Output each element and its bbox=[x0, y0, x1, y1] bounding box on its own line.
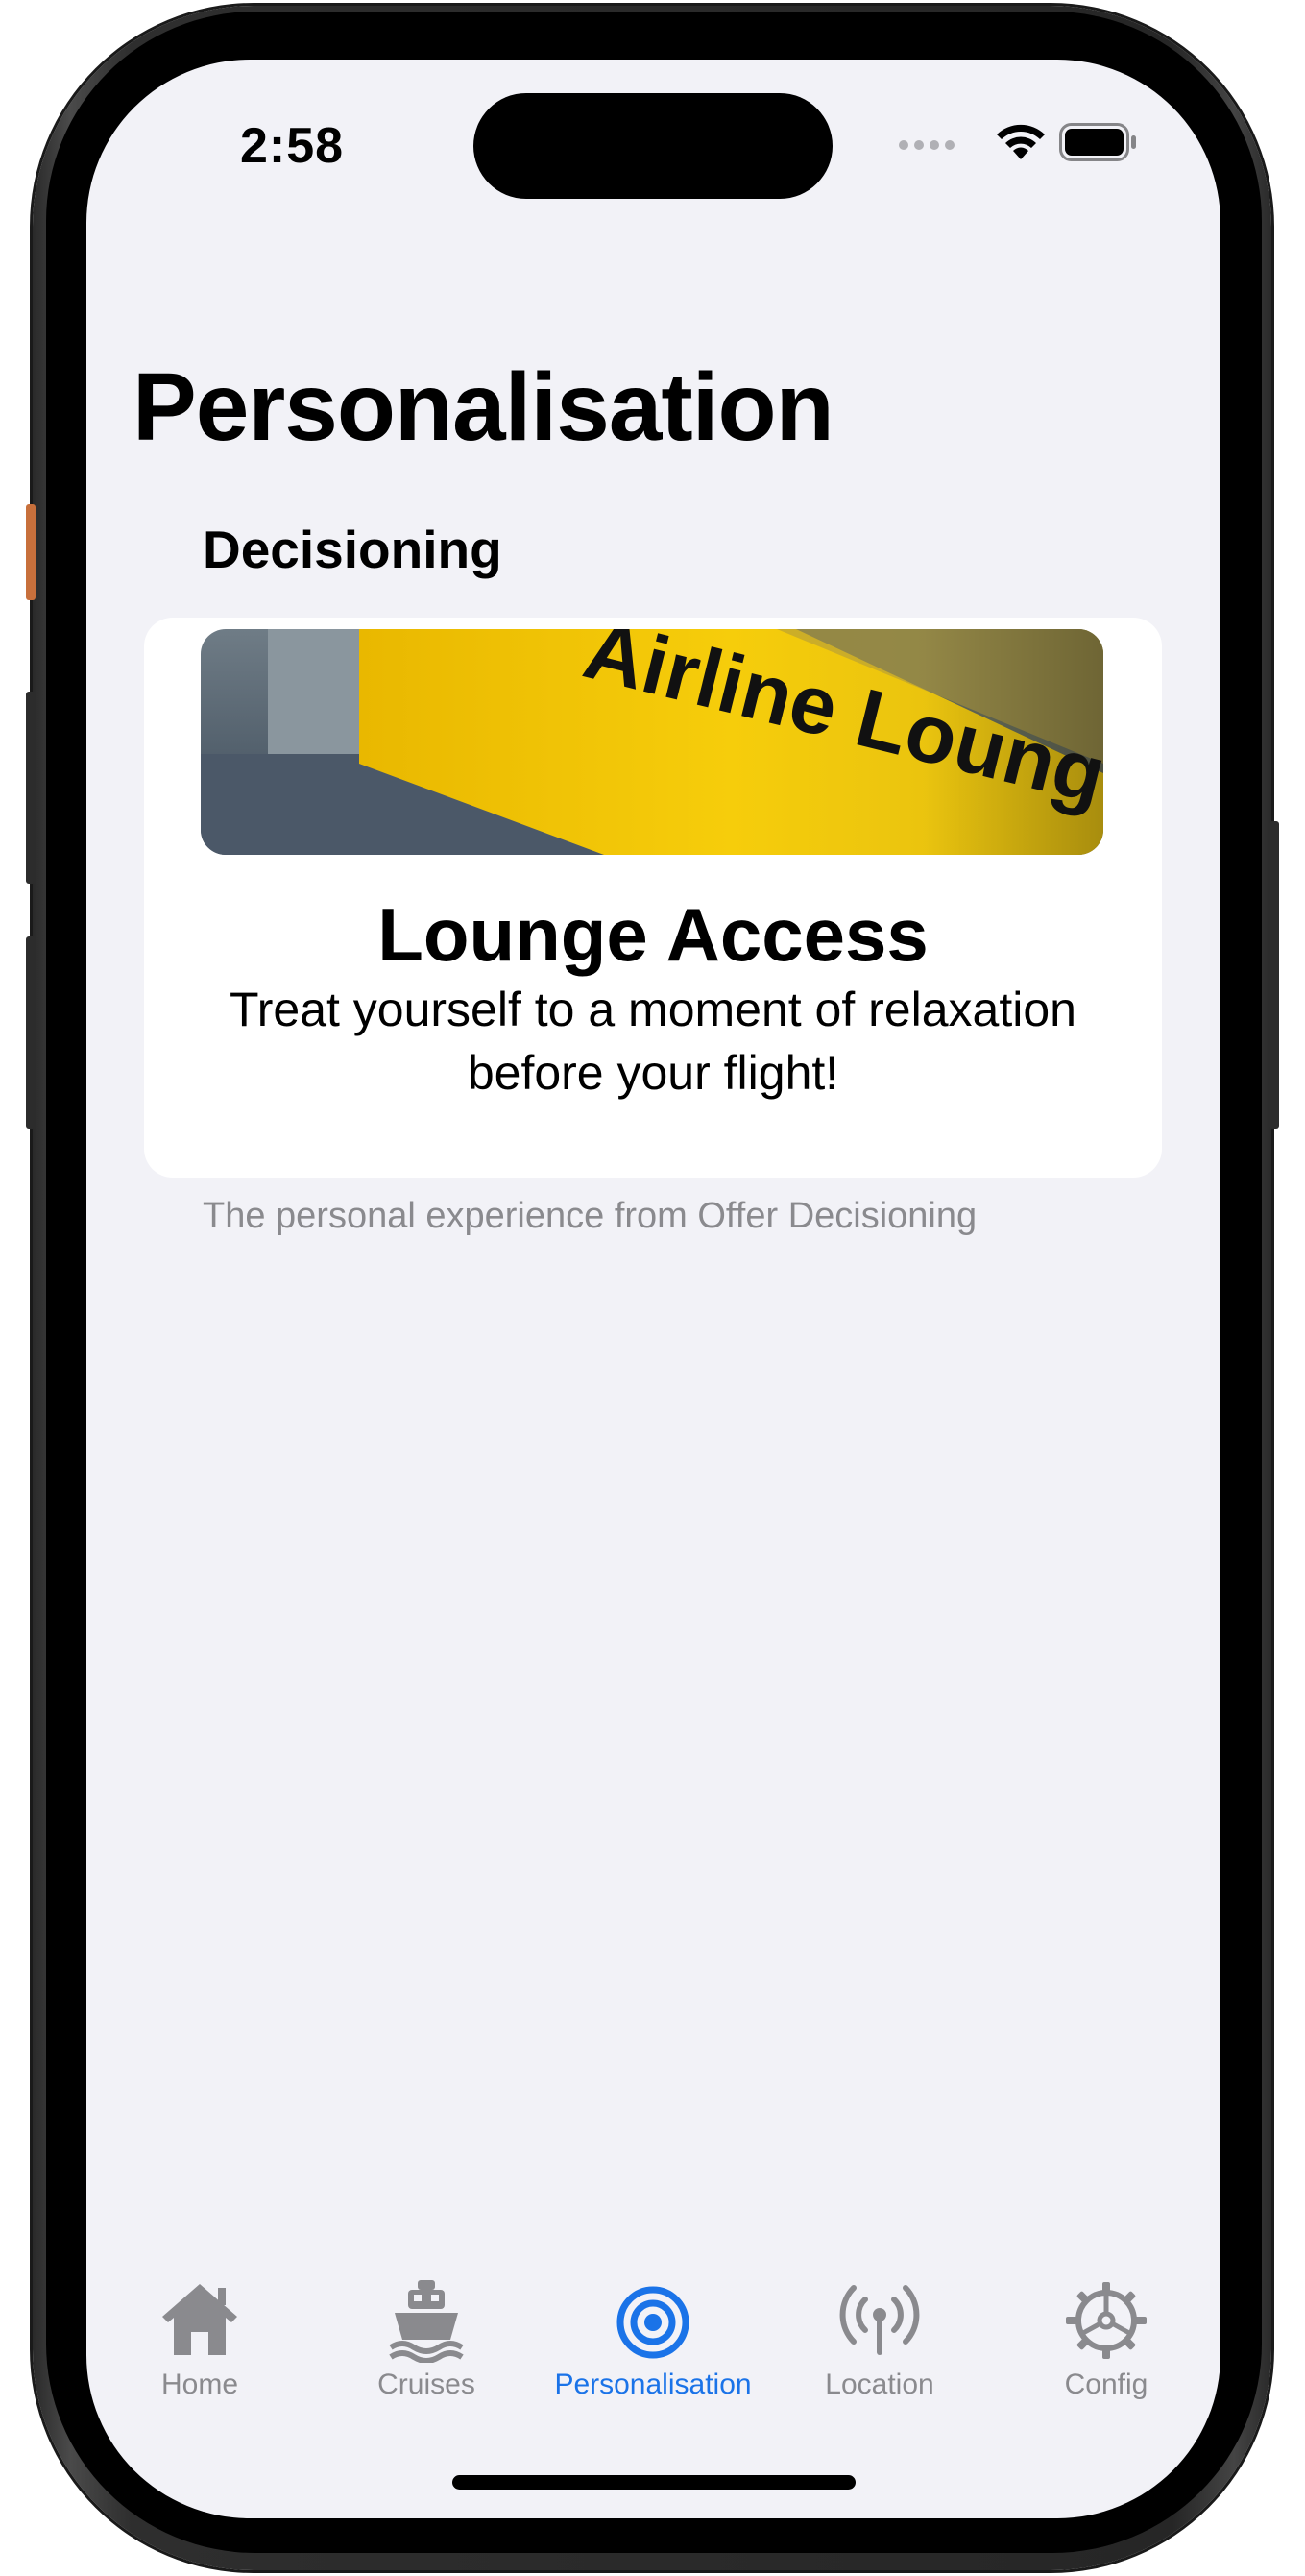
status-time: 2:58 bbox=[240, 118, 345, 174]
section-header: Decisioning bbox=[203, 520, 502, 579]
tab-home[interactable]: Home bbox=[86, 2278, 313, 2422]
tab-config[interactable]: Config bbox=[993, 2278, 1220, 2422]
home-indicator[interactable] bbox=[452, 2475, 856, 2490]
volume-down-button bbox=[26, 936, 36, 1129]
status-icons bbox=[898, 119, 1148, 177]
tab-personalisation[interactable]: Personalisation bbox=[540, 2278, 766, 2422]
tab-label: Location bbox=[825, 2369, 934, 2400]
cellular-dots-icon bbox=[899, 140, 955, 150]
offer-image: Airline Lounges bbox=[201, 629, 1103, 855]
page-title: Personalisation bbox=[133, 353, 834, 461]
tab-label: Home bbox=[160, 2369, 239, 2400]
offer-description: Treat yourself to a moment of relaxation… bbox=[230, 983, 1076, 1100]
offer-card[interactable]: Airline Lounges Lounge Access Treat your… bbox=[144, 618, 1162, 1178]
tab-label: Cruises bbox=[377, 2369, 475, 2400]
antenna-radiowaves-icon bbox=[839, 2285, 920, 2355]
ferry-icon bbox=[389, 2280, 464, 2363]
power-button bbox=[1269, 821, 1279, 1129]
wifi-icon bbox=[997, 124, 1045, 159]
section-footer: The personal experience from Offer Decis… bbox=[203, 1196, 978, 1236]
action-button bbox=[26, 504, 36, 600]
offer-title: Lounge Access bbox=[377, 892, 929, 977]
tab-location[interactable]: Location bbox=[766, 2278, 993, 2422]
house-icon bbox=[162, 2284, 237, 2355]
screen: 2:58 Personalisation Decisioning Airline… bbox=[86, 60, 1220, 2518]
tab-label: Personalisation bbox=[554, 2369, 752, 2400]
gear-icon bbox=[1066, 2282, 1147, 2359]
dynamic-island bbox=[473, 93, 833, 199]
tab-label: Config bbox=[1064, 2369, 1148, 2400]
battery-icon bbox=[1059, 123, 1136, 161]
tab-cruises[interactable]: Cruises bbox=[313, 2278, 540, 2422]
volume-up-button bbox=[26, 692, 36, 884]
target-icon bbox=[616, 2286, 689, 2359]
tab-bar: Home Cruises Personalisation Location Co… bbox=[86, 2278, 1220, 2422]
